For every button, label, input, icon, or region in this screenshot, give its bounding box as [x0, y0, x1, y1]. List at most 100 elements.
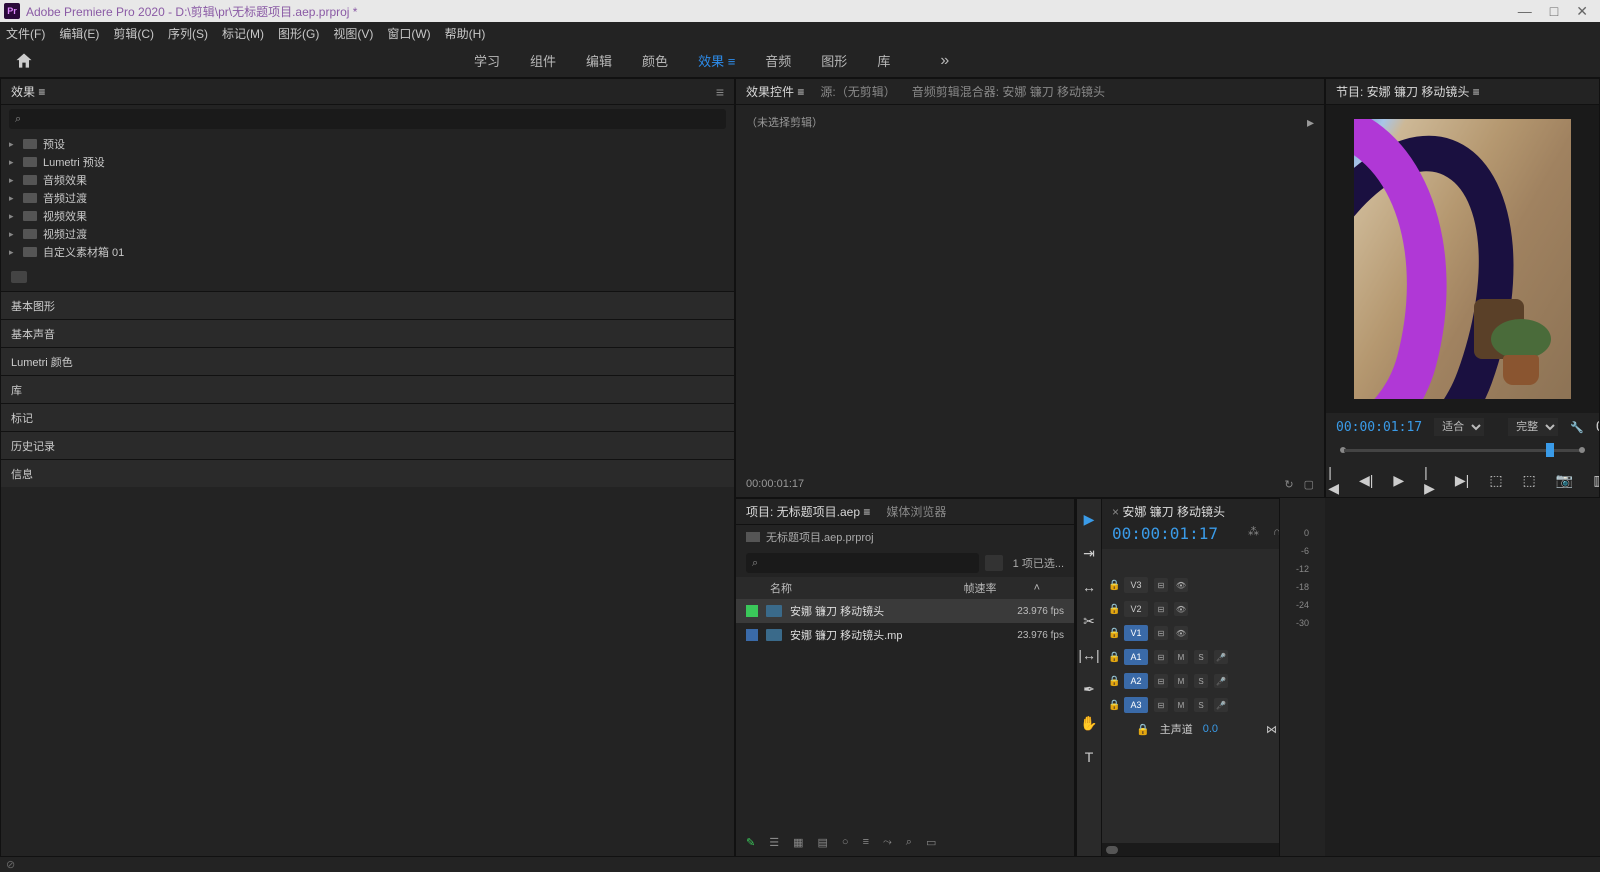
sort-icon[interactable]: ˄ — [1034, 582, 1040, 594]
program-controls-row: 00:00:01:17 适合 完整 🔧 00:00:04:08 — [1326, 413, 1599, 441]
home-icon[interactable] — [14, 51, 34, 71]
menu-edit[interactable]: 编辑(E) — [59, 25, 99, 42]
minimize-button[interactable]: — — [1518, 3, 1532, 20]
program-playhead[interactable] — [1546, 443, 1554, 457]
close-button[interactable]: ✕ — [1576, 3, 1588, 20]
export-icon[interactable]: ▢ — [1304, 478, 1314, 491]
tree-item-custom-bin[interactable]: ▸自定义素材箱 01 — [9, 243, 726, 261]
track-select-tool[interactable]: ⇥ — [1077, 541, 1101, 565]
selection-tool[interactable]: ▶ — [1077, 507, 1101, 531]
type-tool[interactable]: T — [1077, 745, 1101, 769]
extract-icon[interactable]: ⬚ — [1523, 472, 1536, 489]
project-filename: 无标题项目.aep.prproj — [766, 529, 874, 545]
video-icon — [766, 629, 782, 641]
find-icon[interactable]: ⌕ — [906, 836, 912, 849]
new-bin-icon[interactable] — [11, 271, 27, 283]
program-scrubber[interactable] — [1326, 441, 1599, 463]
menu-help[interactable]: 帮助(H) — [445, 25, 486, 42]
menu-view[interactable]: 视图(V) — [333, 25, 373, 42]
workspace-overflow[interactable]: » — [940, 52, 949, 70]
pen-tool[interactable]: ✒ — [1077, 677, 1101, 701]
panel-essential-sound[interactable]: 基本声音 — [1, 319, 734, 347]
workspace-audio[interactable]: 音频 — [765, 51, 791, 70]
project-item[interactable]: 安娜 镰刀 移动镜头.mp 23.976 fps — [736, 623, 1074, 647]
panel-essential-graphics[interactable]: 基本图形 — [1, 291, 734, 319]
program-timecode[interactable]: 00:00:01:17 — [1336, 420, 1422, 435]
tab-source[interactable]: 源:（无剪辑） — [820, 83, 895, 100]
effects-search[interactable]: ⌕ — [9, 109, 726, 129]
panel-menu-icon[interactable]: ≡ — [716, 84, 724, 100]
workspace-libraries[interactable]: 库 — [877, 51, 890, 70]
go-to-in-icon[interactable]: |◀ — [1328, 464, 1339, 497]
loop-icon[interactable]: ↻ — [1284, 478, 1293, 491]
menu-sequence[interactable]: 序列(S) — [168, 25, 208, 42]
comparison-icon[interactable]: ▥ — [1593, 472, 1600, 489]
menu-graphics[interactable]: 图形(G) — [278, 25, 319, 42]
sort-icon[interactable]: ≡ — [863, 836, 869, 848]
step-back-icon[interactable]: ◀| — [1359, 472, 1373, 489]
panel-history[interactable]: 历史记录 — [1, 431, 734, 459]
tab-media-browser[interactable]: 媒体浏览器 — [886, 503, 946, 520]
project-item[interactable]: 安娜 镰刀 移动镜头 23.976 fps — [736, 599, 1074, 623]
menu-file[interactable]: 文件(F) — [6, 25, 45, 42]
pencil-icon[interactable]: ✎ — [746, 836, 755, 849]
tab-project[interactable]: 项目: 无标题项目.aep — [746, 503, 870, 520]
export-frame-icon[interactable]: 📷 — [1556, 472, 1573, 489]
new-bin-icon[interactable]: ▭ — [926, 836, 936, 849]
col-name[interactable]: 名称 — [770, 580, 964, 596]
panel-info[interactable]: 信息 — [1, 459, 734, 487]
step-forward-icon[interactable]: |▶ — [1424, 464, 1435, 497]
workspace-effects[interactable]: 效果 — [698, 51, 735, 70]
menu-window[interactable]: 窗口(W) — [387, 25, 430, 42]
quality-dropdown[interactable]: 完整 — [1508, 418, 1558, 436]
freeform-view-toggle[interactable]: ▤ — [818, 836, 828, 849]
effects-footer-icons — [1, 267, 734, 287]
go-to-out-icon[interactable]: ▶| — [1455, 472, 1469, 489]
automate-icon[interactable]: ⤳ — [883, 836, 892, 849]
ripple-edit-tool[interactable]: ↔ — [1077, 575, 1101, 599]
icon-view-toggle[interactable]: ▦ — [793, 836, 803, 849]
effects-search-input[interactable] — [21, 112, 720, 127]
project-search-row: ⌕ 1 项已选... — [736, 549, 1074, 577]
workspace-graphics[interactable]: 图形 — [821, 51, 847, 70]
workspace-learn[interactable]: 学习 — [474, 51, 500, 70]
maximize-button[interactable]: □ — [1550, 3, 1558, 20]
list-view-icon[interactable] — [985, 555, 1003, 571]
tree-item-audio-transitions[interactable]: ▸音频过渡 — [9, 189, 726, 207]
col-fps[interactable]: 帧速率 — [964, 580, 1034, 596]
wrench-icon[interactable]: 🔧 — [1570, 421, 1584, 434]
project-search[interactable]: ⌕ — [746, 553, 979, 573]
zoom-slider[interactable]: ○ — [842, 836, 849, 848]
tab-program[interactable]: 节目: 安娜 镰刀 移动镜头 — [1336, 83, 1480, 100]
menu-clip[interactable]: 剪辑(C) — [113, 25, 154, 42]
tab-effect-controls[interactable]: 效果控件 — [746, 83, 804, 100]
chevron-right-icon[interactable]: ▸ — [1307, 114, 1314, 131]
tree-item-lumetri-presets[interactable]: ▸Lumetri 预设 — [9, 153, 726, 171]
workspace-color[interactable]: 颜色 — [642, 51, 668, 70]
timeline-timecode[interactable]: 00:00:01:17 — [1112, 524, 1218, 543]
lift-icon[interactable]: ⬚ — [1489, 472, 1502, 489]
panel-libraries[interactable]: 库 — [1, 375, 734, 403]
tools-column: ▶ ⇥ ↔ ✂ |↔| ✒ ✋ T — [1076, 499, 1102, 857]
slip-tool[interactable]: |↔| — [1077, 643, 1101, 667]
workspace-editing[interactable]: 编辑 — [586, 51, 612, 70]
tab-audio-mixer[interactable]: 音频剪辑混合器: 安娜 镰刀 移动镜头 — [912, 83, 1105, 100]
razor-tool[interactable]: ✂ — [1077, 609, 1101, 633]
tree-item-presets[interactable]: ▸预设 — [9, 135, 726, 153]
workspace-assembly[interactable]: 组件 — [530, 51, 556, 70]
hand-tool[interactable]: ✋ — [1077, 711, 1101, 735]
list-view-toggle[interactable]: ☰ — [769, 836, 779, 849]
panel-lumetri-color[interactable]: Lumetri 颜色 — [1, 347, 734, 375]
tree-item-video-transitions[interactable]: ▸视频过渡 — [9, 225, 726, 243]
tab-effects-browser[interactable]: 效果 — [11, 83, 45, 100]
menu-marker[interactable]: 标记(M) — [222, 25, 264, 42]
scrub-end-dot[interactable] — [1579, 447, 1585, 453]
tree-item-video-effects[interactable]: ▸视频效果 — [9, 207, 726, 225]
play-icon[interactable]: ▶ — [1393, 472, 1404, 489]
workspace-bar: 学习 组件 编辑 颜色 效果 音频 图形 库 » — [0, 44, 1600, 78]
panel-markers[interactable]: 标记 — [1, 403, 734, 431]
program-viewer[interactable] — [1326, 105, 1599, 413]
fit-dropdown[interactable]: 适合 — [1434, 418, 1484, 436]
tree-item-audio-effects[interactable]: ▸音频效果 — [9, 171, 726, 189]
snap-icon[interactable]: ⁂ — [1248, 525, 1259, 538]
